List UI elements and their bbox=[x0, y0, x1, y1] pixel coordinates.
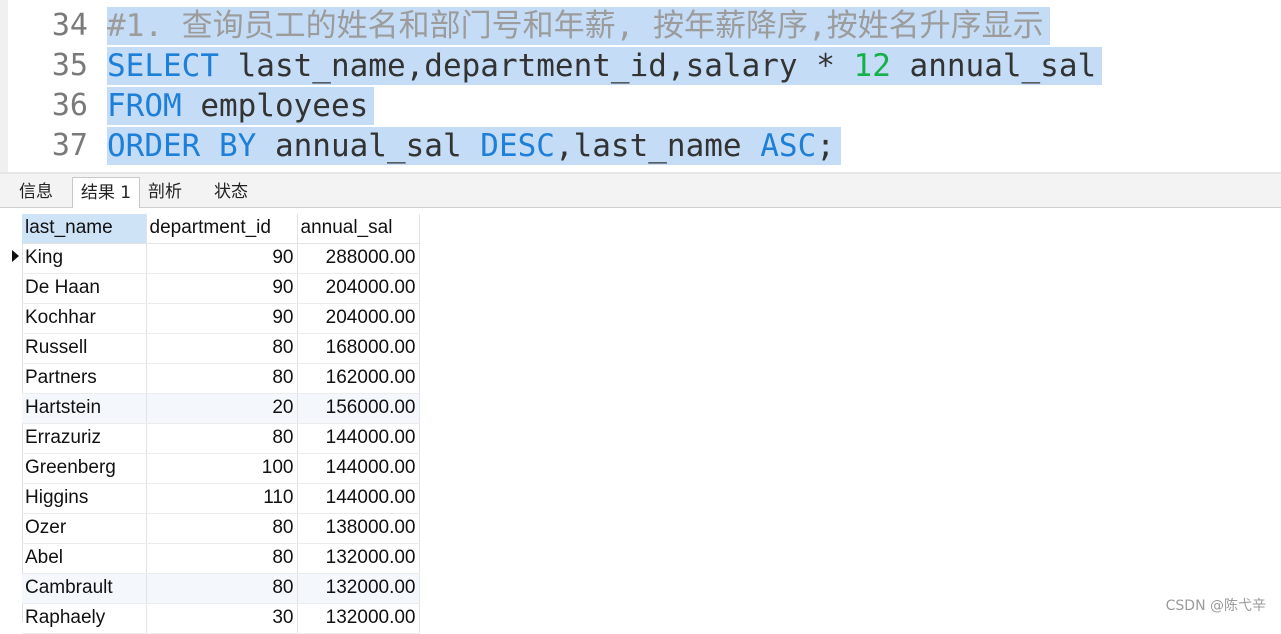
cell-department-id[interactable]: 30 bbox=[146, 603, 298, 634]
cell-annual-sal[interactable]: 144000.00 bbox=[297, 483, 420, 514]
cell-annual-sal[interactable]: 156000.00 bbox=[297, 393, 420, 424]
cell-department-id[interactable]: 100 bbox=[146, 453, 298, 484]
cell-annual-sal[interactable]: 168000.00 bbox=[297, 333, 420, 364]
cell-annual-sal[interactable]: 132000.00 bbox=[297, 543, 420, 574]
table-row[interactable]: Kochhar 90 204000.00 bbox=[22, 303, 420, 334]
cell-last-name[interactable]: De Haan bbox=[22, 273, 147, 304]
cell-annual-sal[interactable]: 288000.00 bbox=[297, 243, 420, 274]
table-row[interactable]: Partners 80 162000.00 bbox=[22, 363, 420, 394]
cell-last-name[interactable]: Cambrault bbox=[22, 573, 147, 604]
editor-line-36[interactable]: 36 FROM employees bbox=[0, 86, 1281, 126]
cell-department-id[interactable]: 90 bbox=[146, 243, 298, 274]
cell-annual-sal[interactable]: 162000.00 bbox=[297, 363, 420, 394]
table-row[interactable]: De Haan 90 204000.00 bbox=[22, 273, 420, 304]
line-number: 34 bbox=[51, 8, 88, 43]
column-header-department-id[interactable]: department_id bbox=[146, 214, 298, 244]
sql-text: annual_sal bbox=[890, 48, 1097, 84]
column-header-last-name[interactable]: last_name bbox=[22, 214, 147, 244]
column-header-annual-sal[interactable]: annual_sal bbox=[297, 214, 420, 244]
table-row[interactable]: Abel 80 132000.00 bbox=[22, 543, 420, 574]
cell-department-id[interactable]: 90 bbox=[146, 273, 298, 304]
table-row[interactable]: Ozer 80 138000.00 bbox=[22, 513, 420, 544]
result-tabbar: 信息 结果 1 剖析 状态 bbox=[0, 172, 1281, 209]
code-line[interactable]: ORDER BY annual_sal DESC,last_name ASC; bbox=[107, 127, 841, 165]
table-row[interactable]: Higgins 110 144000.00 bbox=[22, 483, 420, 514]
sql-text: employees bbox=[181, 88, 369, 124]
sql-keyword: FROM bbox=[107, 88, 182, 124]
cell-annual-sal[interactable]: 204000.00 bbox=[297, 273, 420, 304]
cell-department-id[interactable]: 80 bbox=[146, 573, 298, 604]
editor-line-35[interactable]: 35 SELECT last_name,department_id,salary… bbox=[0, 46, 1281, 86]
cell-last-name[interactable]: Greenberg bbox=[22, 453, 147, 484]
code-line[interactable]: SELECT last_name,department_id,salary * … bbox=[107, 47, 1103, 85]
table-row[interactable]: Hartstein 20 156000.00 bbox=[22, 393, 420, 424]
cell-annual-sal[interactable]: 204000.00 bbox=[297, 303, 420, 334]
cell-last-name[interactable]: Raphaely bbox=[22, 603, 147, 634]
sql-keyword: DESC bbox=[480, 128, 555, 164]
sql-keyword: ORDER BY bbox=[107, 128, 257, 164]
cell-last-name[interactable]: Higgins bbox=[22, 483, 147, 514]
cell-department-id[interactable]: 80 bbox=[146, 513, 298, 544]
cell-annual-sal[interactable]: 144000.00 bbox=[297, 423, 420, 454]
table-row[interactable]: Raphaely 30 132000.00 bbox=[22, 603, 420, 634]
cell-annual-sal[interactable]: 144000.00 bbox=[297, 453, 420, 484]
sql-text: annual_sal bbox=[256, 128, 481, 164]
cell-last-name[interactable]: Abel bbox=[22, 543, 147, 574]
table-row[interactable]: Errazuriz 80 144000.00 bbox=[22, 423, 420, 454]
cell-department-id[interactable]: 80 bbox=[146, 423, 298, 454]
sql-keyword: ASC bbox=[760, 128, 817, 164]
row-indicator-column bbox=[0, 214, 23, 622]
cell-department-id[interactable]: 80 bbox=[146, 363, 298, 394]
sql-text: ,last_name bbox=[554, 128, 761, 164]
tab-info[interactable]: 信息 bbox=[6, 177, 66, 208]
editor-line-34[interactable]: 34 #1. 查询员工的姓名和部门号和年薪, 按年薪降序,按姓名升序显示 bbox=[0, 6, 1281, 46]
sql-text: last_name,department_id,salary * bbox=[218, 48, 854, 84]
result-table[interactable]: last_name department_id annual_sal King 9… bbox=[22, 214, 420, 634]
result-grid[interactable]: last_name department_id annual_sal King 9… bbox=[0, 208, 1281, 634]
watermark: CSDN @陈弋辛 bbox=[1165, 598, 1266, 614]
table-row[interactable]: King 90 288000.00 bbox=[22, 243, 420, 274]
cell-department-id[interactable]: 90 bbox=[146, 303, 298, 334]
table-header-row: last_name department_id annual_sal bbox=[22, 214, 420, 244]
cell-department-id[interactable]: 80 bbox=[146, 333, 298, 364]
cell-last-name[interactable]: Kochhar bbox=[22, 303, 147, 334]
cell-last-name[interactable]: Errazuriz bbox=[22, 423, 147, 454]
cell-annual-sal[interactable]: 138000.00 bbox=[297, 513, 420, 544]
cell-last-name[interactable]: King bbox=[22, 243, 147, 274]
table-row[interactable]: Cambrault 80 132000.00 bbox=[22, 573, 420, 604]
sql-text: ; bbox=[816, 128, 835, 164]
cell-annual-sal[interactable]: 132000.00 bbox=[297, 573, 420, 604]
sql-keyword: SELECT bbox=[107, 48, 219, 84]
editor-line-37[interactable]: 37 ORDER BY annual_sal DESC,last_name AS… bbox=[0, 126, 1281, 166]
line-number: 35 bbox=[51, 48, 88, 83]
current-row-pointer-icon bbox=[12, 250, 19, 262]
cell-last-name[interactable]: Ozer bbox=[22, 513, 147, 544]
cell-last-name[interactable]: Hartstein bbox=[22, 393, 147, 424]
cell-last-name[interactable]: Russell bbox=[22, 333, 147, 364]
table-row[interactable]: Russell 80 168000.00 bbox=[22, 333, 420, 364]
cell-department-id[interactable]: 80 bbox=[146, 543, 298, 574]
table-row[interactable]: Greenberg 100 144000.00 bbox=[22, 453, 420, 484]
cell-department-id[interactable]: 110 bbox=[146, 483, 298, 514]
sql-number: 12 bbox=[853, 48, 891, 84]
cell-last-name[interactable]: Partners bbox=[22, 363, 147, 394]
sql-comment: #1. 查询员工的姓名和部门号和年薪, 按年薪降序,按姓名升序显示 bbox=[107, 8, 1044, 44]
tab-profile[interactable]: 剖析 bbox=[142, 177, 188, 208]
tab-result-1[interactable]: 结果 1 bbox=[72, 177, 140, 209]
code-line[interactable]: #1. 查询员工的姓名和部门号和年薪, 按年薪降序,按姓名升序显示 bbox=[107, 7, 1050, 45]
code-line[interactable]: FROM employees bbox=[107, 87, 375, 125]
tab-status[interactable]: 状态 bbox=[204, 177, 258, 208]
cell-annual-sal[interactable]: 132000.00 bbox=[297, 603, 420, 634]
cell-department-id[interactable]: 20 bbox=[146, 393, 298, 424]
line-number: 36 bbox=[51, 88, 88, 123]
line-number: 37 bbox=[51, 128, 88, 163]
sql-editor[interactable]: 34 #1. 查询员工的姓名和部门号和年薪, 按年薪降序,按姓名升序显示 35 … bbox=[0, 0, 1281, 172]
